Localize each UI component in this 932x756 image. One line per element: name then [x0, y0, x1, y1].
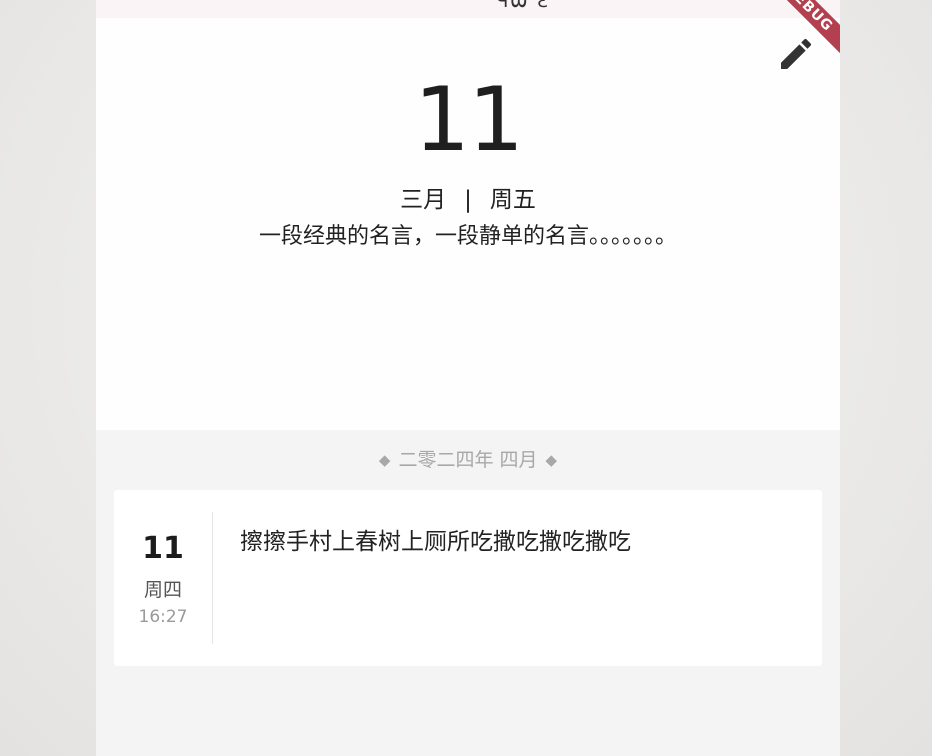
big-day-number: 11 — [414, 68, 524, 171]
edit-button[interactable] — [776, 34, 816, 74]
month-weekday-line: 三月 | 周五 — [96, 185, 840, 215]
quote-text: 一段经典的名言，一段静单的名言。。。。。。。 — [258, 224, 677, 249]
weekday-label: 周五 — [489, 187, 536, 213]
diamond-left-icon: ◆ — [378, 451, 391, 469]
month-label: 三月 — [400, 187, 447, 213]
status-bar-text: ЧѾ Ɛ — [496, 0, 550, 12]
entry-date-column: 11 周四 16:27 — [114, 490, 212, 666]
entry-day: 11 — [142, 531, 184, 566]
diary-entry-card[interactable]: 11 周四 16:27 擦擦手村上春树上厕所吃撒吃撒吃撒吃 — [114, 490, 822, 666]
pencil-icon — [781, 38, 812, 69]
app-screen: ЧѾ Ɛ 11 三月 | 周五 一段经典的名言，一段静单的名言。。。。。。。 ◆ 二零… — [96, 0, 840, 756]
entry-weekday: 周四 — [143, 579, 182, 601]
diamond-right-icon: ◆ — [545, 451, 558, 469]
entry-divider — [212, 512, 213, 644]
entry-time: 16:27 — [138, 607, 188, 627]
separator: | — [464, 187, 472, 213]
entry-text: 擦擦手村上春树上厕所吃撒吃撒吃撒吃 — [240, 529, 631, 555]
day-header: 11 三月 | 周五 一段经典的名言，一段静单的名言。。。。。。。 — [96, 18, 840, 430]
month-section-header: ◆ 二零二四年 四月 ◆ — [96, 445, 840, 475]
month-section-label: 二零二四年 四月 — [398, 449, 538, 471]
status-bar: ЧѾ Ɛ — [96, 0, 840, 18]
